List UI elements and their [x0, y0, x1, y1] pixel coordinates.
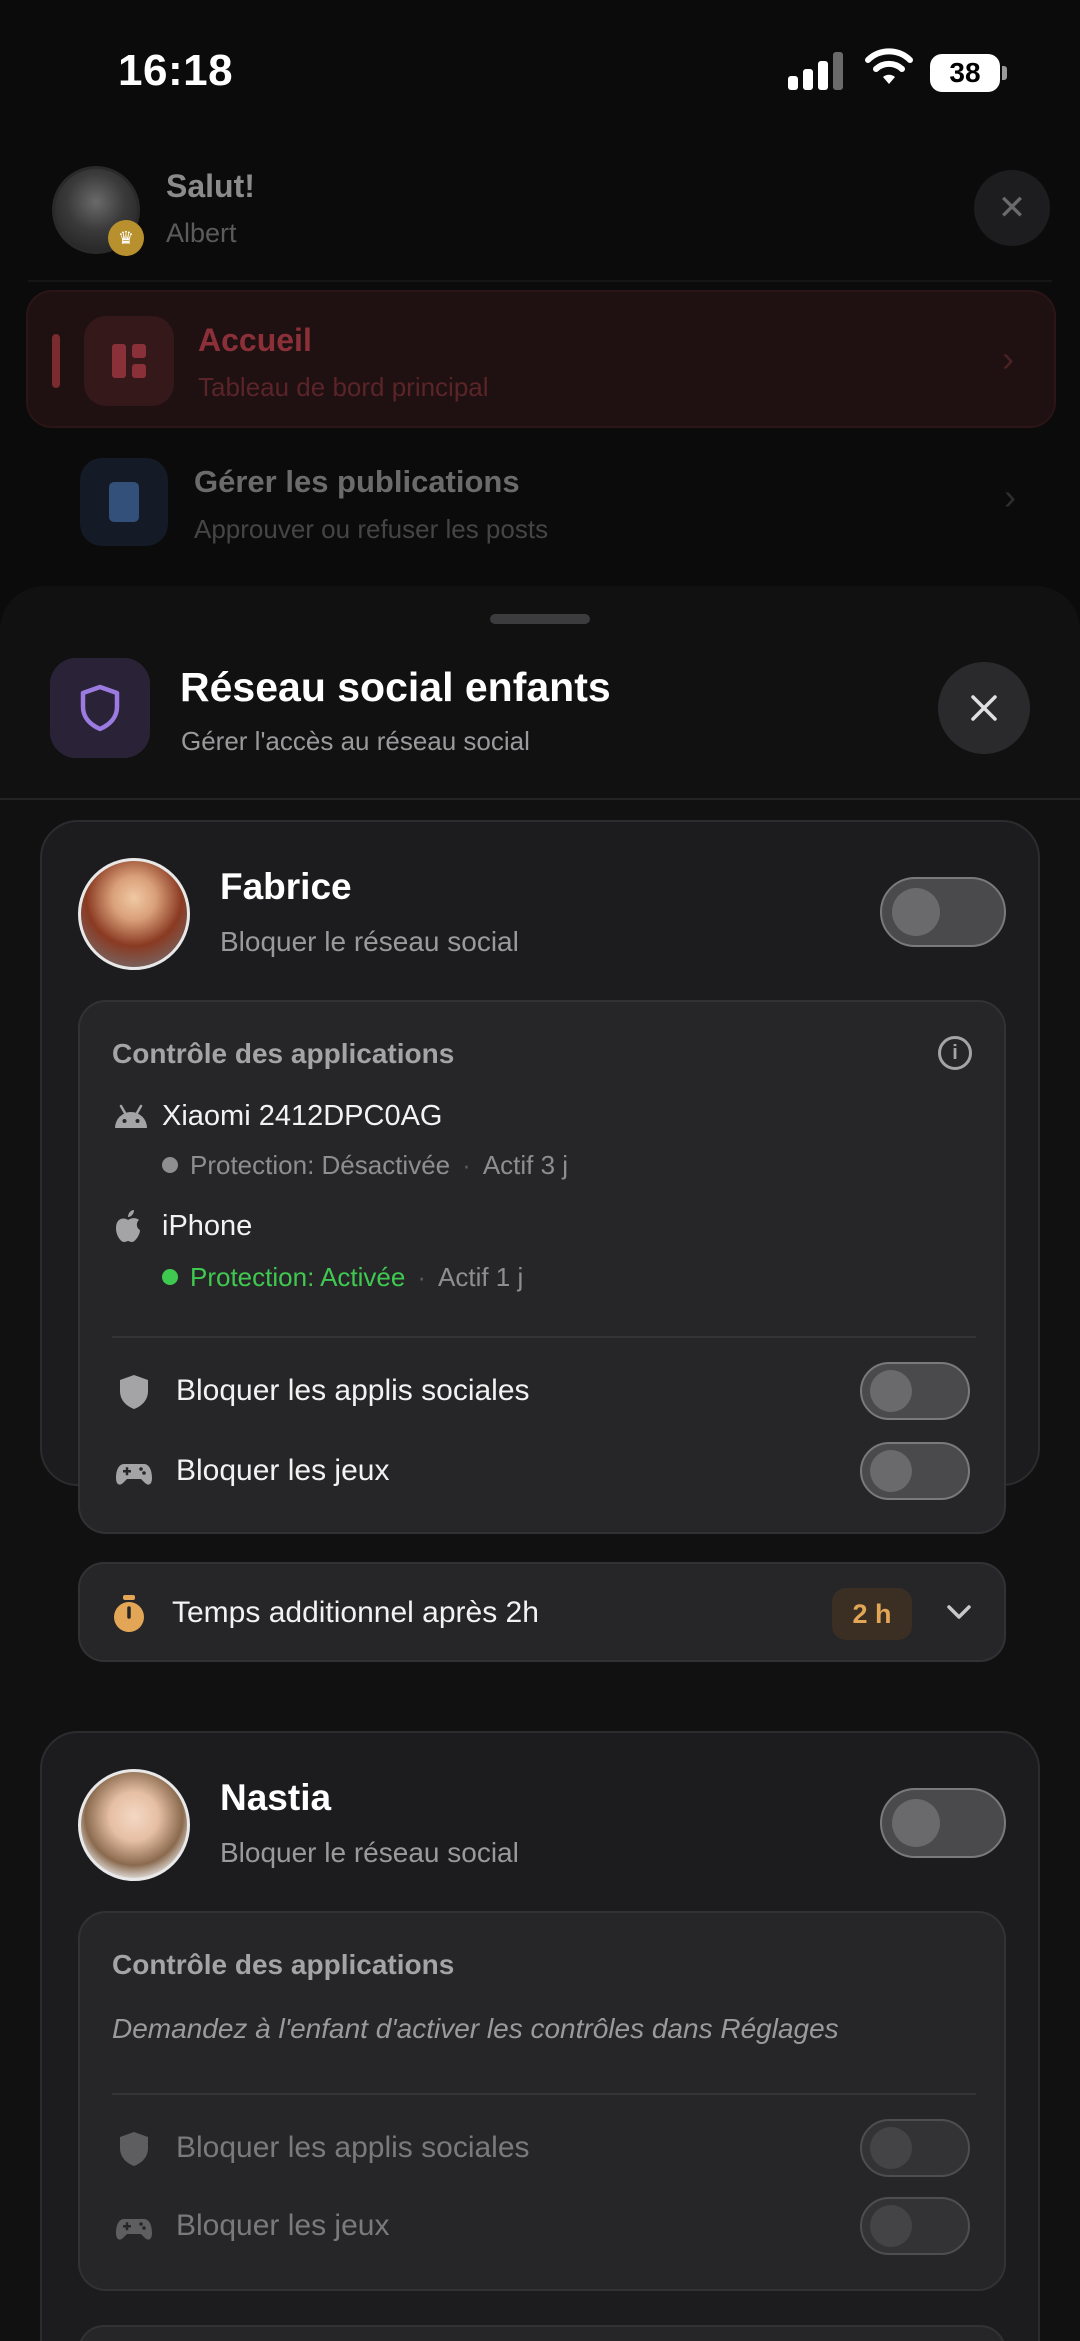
apps-control-title: Contrôle des applications — [112, 1038, 455, 1069]
block-social-apps-toggle[interactable] — [860, 2119, 970, 2177]
battery-icon: 38 — [930, 54, 1008, 92]
protection-status: Protection: Désactivée — [190, 1150, 451, 1180]
block-social-apps-toggle[interactable] — [860, 1362, 970, 1420]
dashboard-icon — [84, 316, 174, 406]
gamepad-icon — [116, 2219, 152, 2240]
battery-level: 38 — [930, 54, 1000, 92]
chevron-right-icon: › — [1002, 338, 1014, 379]
apple-icon — [116, 1210, 140, 1242]
apps-control-hint: Demandez à l'enfant d'activer les contrô… — [112, 2013, 839, 2044]
chevron-right-icon: › — [1004, 476, 1016, 517]
block-social-label: Bloquer le réseau social — [220, 1837, 519, 1868]
apps-divider — [112, 2093, 976, 2095]
gamepad-icon — [116, 1464, 152, 1485]
extra-time-selector[interactable]: Temps additionnel après 2h 2 h — [78, 1562, 1006, 1662]
device-status: Protection: Activée · Actif 1 j — [162, 1262, 523, 1293]
protection-status: Protection: Activée — [190, 1262, 406, 1292]
sheet-title: Réseau social enfants — [180, 664, 611, 710]
extra-time-badge: 2 h — [832, 1588, 912, 1640]
android-icon — [115, 1104, 147, 1128]
child-name: Fabrice — [220, 866, 352, 907]
menu-item-subtitle: Tableau de bord principal — [198, 372, 489, 402]
extra-time-label: Temps additionnel après 2h — [172, 1596, 539, 1629]
block-games-toggle[interactable] — [860, 2197, 970, 2255]
user-name: Albert — [166, 218, 237, 248]
device-name: iPhone — [162, 1210, 253, 1242]
shield-icon — [120, 1375, 148, 1409]
sheet-divider — [0, 798, 1080, 800]
block-games-toggle[interactable] — [860, 1442, 970, 1500]
child-avatar — [78, 858, 190, 970]
status-dot — [162, 1157, 178, 1173]
block-social-toggle[interactable] — [880, 1788, 1006, 1858]
stopwatch-icon — [114, 1595, 144, 1632]
apps-divider — [112, 1336, 976, 1338]
sheet-grabber[interactable] — [490, 614, 590, 624]
crown-icon: ♛ — [108, 220, 144, 256]
last-active: Actif 1 j — [438, 1262, 524, 1292]
menu-close-button[interactable]: ✕ — [974, 170, 1050, 246]
child-card-nastia: Nastia Bloquer le réseau social Contrôle… — [40, 1731, 1040, 2341]
block-games-label: Bloquer les jeux — [176, 1454, 390, 1487]
block-social-apps-label: Bloquer les applis sociales — [176, 2131, 530, 2164]
wifi-icon — [865, 48, 913, 84]
apps-control-panel: Contrôle des applications Demandez à l'e… — [78, 1911, 1006, 2291]
child-card-fabrice: Fabrice Bloquer le réseau social Contrôl… — [40, 820, 1040, 1662]
device-name: Xiaomi 2412DPC0AG — [162, 1100, 443, 1132]
social-network-sheet: Réseau social enfants Gérer l'accès au r… — [0, 586, 1080, 2341]
apps-control-title: Contrôle des applications — [112, 1949, 455, 1980]
background-menu: ♛ Salut! Albert ✕ Accueil Tableau de bor… — [0, 140, 1080, 610]
extra-time-selector[interactable] — [78, 2325, 1006, 2341]
block-social-toggle[interactable] — [880, 877, 1006, 947]
chevron-down-icon — [947, 1605, 971, 1619]
shield-icon — [120, 2132, 148, 2166]
apps-control-panel: Contrôle des applications i Xiaomi 2412D… — [78, 1000, 1006, 1534]
device-status: Protection: Désactivée · Actif 3 j — [162, 1150, 568, 1181]
shield-icon — [50, 658, 150, 758]
cellular-signal-icon — [788, 52, 848, 90]
menu-item-title: Accueil — [198, 322, 312, 358]
block-social-label: Bloquer le réseau social — [220, 926, 519, 957]
active-indicator — [52, 334, 60, 388]
menu-divider — [28, 280, 1052, 282]
child-avatar — [78, 1769, 190, 1881]
last-active: Actif 3 j — [482, 1150, 569, 1180]
status-dot — [162, 1269, 178, 1285]
menu-item-subtitle: Approuver ou refuser les posts — [194, 514, 549, 544]
close-button[interactable] — [938, 662, 1030, 754]
menu-item-accueil[interactable]: Accueil Tableau de bord principal › — [26, 290, 1056, 428]
child-name: Nastia — [220, 1777, 332, 1818]
block-games-label: Bloquer les jeux — [176, 2209, 390, 2242]
status-bar: 16:18 38 — [0, 0, 1080, 140]
info-icon[interactable]: i — [938, 1036, 972, 1070]
block-social-apps-label: Bloquer les applis sociales — [176, 1374, 530, 1407]
menu-item-title: Gérer les publications — [194, 464, 520, 499]
greeting: Salut! — [166, 168, 255, 204]
menu-item-publications[interactable]: Gérer les publications Approuver ou refu… — [26, 440, 1056, 560]
sheet-subtitle: Gérer l'accès au réseau social — [181, 726, 530, 756]
status-time: 16:18 — [118, 46, 234, 95]
badge-icon — [80, 458, 168, 546]
